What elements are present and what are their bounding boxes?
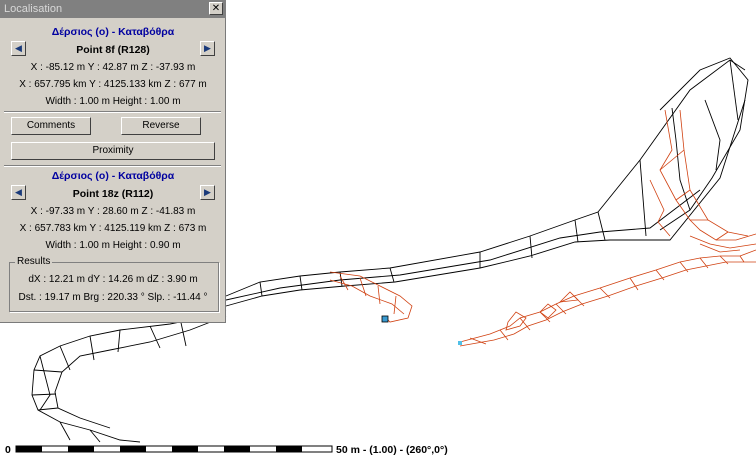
point1-size: Width : 1.00 m Height : 1.00 m [45,96,181,107]
point2-world-coords: X : 657.783 km Y : 4125.119 km Z : 673 m [19,223,207,234]
arrow-right-icon[interactable]: ▶ [200,185,215,200]
point-marker-secondary[interactable] [458,341,462,345]
results-delta: dX : 12.21 m dY : 14.26 m dZ : 3.90 m [28,274,198,285]
window-titlebar[interactable]: Localisation ✕ [0,0,226,18]
separator [4,111,221,113]
scale-zero-label: 0 [5,444,11,456]
window-title: Localisation [4,3,63,15]
results-label: Results [15,256,53,267]
results-distance: Dst. : 19.17 m Brg : 220.33 ° Slp. : -11… [18,292,208,303]
point1-cave-name: Δέρσιος (ο) - Καταβόθρα [51,26,175,38]
point1-world-coords: X : 657.795 km Y : 4125.133 km Z : 677 m [19,79,207,90]
scale-bar [15,445,333,453]
point-marker-selected[interactable] [381,315,389,323]
reverse-button[interactable]: Reverse [121,117,201,135]
results-group [9,262,219,312]
close-icon[interactable]: ✕ [209,2,223,15]
red-survey-mesh [329,109,756,347]
proximity-button[interactable]: Proximity [11,142,215,160]
point1-local-coords: X : -85.12 m Y : 42.87 m Z : -37.93 m [30,62,196,73]
separator [4,165,221,167]
point2-local-coords: X : -97.33 m Y : 28.60 m Z : -41.83 m [30,206,196,217]
comments-button[interactable]: Comments [11,117,91,135]
point2-cave-name: Δέρσιος (ο) - Καταβόθρα [51,170,175,182]
localisation-panel: Localisation ✕ Δέρσιος (ο) - Καταβόθρα ◀… [0,0,226,323]
scale-end-label: 50 m - (1.00) - (260°,0°) [336,444,448,456]
arrow-right-icon[interactable]: ▶ [200,41,215,56]
point1-name: Point 8f (R128) [76,44,150,56]
point2-size: Width : 1.00 m Height : 0.90 m [45,240,181,251]
point2-name: Point 18z (R112) [72,188,154,200]
